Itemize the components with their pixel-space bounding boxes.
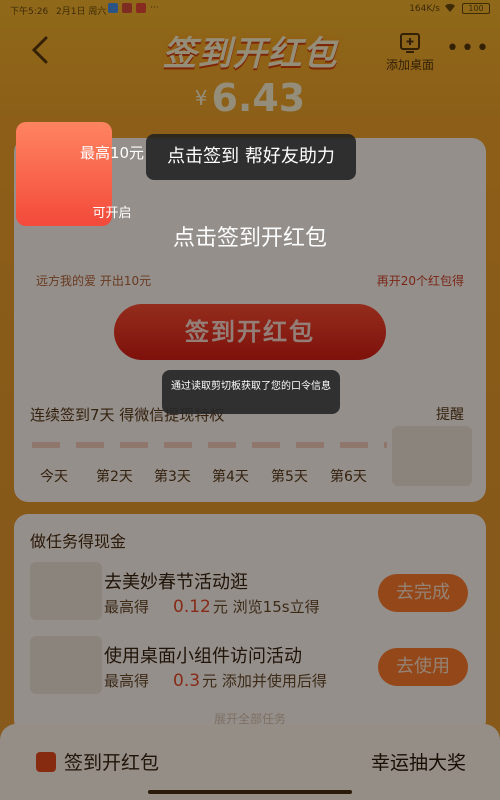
add-to-desktop-button[interactable]: 添加桌面: [382, 32, 438, 73]
task-reward-amount: 0.3: [173, 671, 201, 691]
task-reward-amount: 0.12: [173, 597, 211, 617]
badge-openable: 可开启: [92, 206, 132, 221]
more-menu-icon[interactable]: •••: [446, 36, 491, 61]
status-time: 下午5:26: [10, 7, 49, 17]
notification-icons: ···: [108, 3, 159, 13]
envelope-badge[interactable]: 最高10元 可开启: [16, 122, 144, 226]
tab-sign-in-label: 签到开红包: [64, 752, 160, 774]
battery-icon: 100: [462, 3, 490, 14]
add-desktop-label: 添加桌面: [385, 58, 434, 72]
day-label: 第3天: [154, 469, 191, 485]
tab-sign-in[interactable]: 签到开红包: [36, 748, 159, 775]
app-notification-icon: [122, 3, 132, 13]
day-label: 第6天: [330, 469, 367, 485]
complete-task-button[interactable]: 去完成: [378, 574, 468, 612]
task-reward: 最高得 0.3 元 添加并使用后得: [104, 670, 327, 691]
page: 下午5:26 2月1日 周六 ··· 164K/s 100 签到开红包 添加桌面…: [0, 0, 500, 800]
app-notification-icon: [108, 3, 118, 13]
red-envelope-icon: [36, 752, 56, 772]
more-notifications: ···: [150, 3, 159, 13]
task-card: 做任务得现金 去美妙春节活动逛 最高得 0.12 元 浏览15s立得 去完成 使用桌…: [14, 514, 486, 734]
task-reward-prefix: 最高得: [104, 672, 150, 690]
remind-toggle[interactable]: 提醒: [436, 404, 464, 424]
guide-title: 点击签到开红包: [172, 226, 327, 251]
guide-tooltip: 点击签到 帮好友助力: [146, 134, 356, 180]
friend-opened-text: 远方我的爱 开出10元: [36, 274, 152, 288]
task-reward-desc: 添加并使用后得: [221, 672, 327, 690]
app-notification-icon: [136, 3, 146, 13]
task-reward-prefix: 最高得: [104, 598, 150, 616]
day-label: 第4天: [212, 469, 249, 485]
day-label: 今天: [40, 469, 68, 485]
task-thumbnail: [30, 636, 102, 694]
add-desktop-icon: [400, 33, 420, 53]
use-widget-button[interactable]: 去使用: [378, 648, 468, 686]
wifi-icon: [445, 3, 455, 13]
task-reward-desc: 浏览15s立得: [232, 598, 320, 616]
clipboard-toast: 通过读取剪切板获取了您的口令信息: [162, 370, 340, 414]
streak-progress: [32, 442, 387, 448]
currency-symbol: ¥: [194, 86, 208, 110]
task-heading: 做任务得现金: [30, 532, 127, 551]
task-reward-unit: 元: [212, 598, 228, 616]
day-label: 第2天: [96, 469, 133, 485]
sign-in-open-button[interactable]: 签到开红包: [114, 304, 386, 360]
status-bar: 下午5:26 2月1日 周六 ··· 164K/s 100: [0, 0, 500, 18]
day-label: 第5天: [271, 469, 308, 485]
tab-lucky-draw[interactable]: 幸运抽大奖: [371, 748, 466, 775]
network-speed: 164K/s: [409, 4, 440, 14]
task-title: 去美妙春节活动逛: [104, 572, 248, 593]
task-thumbnail: [30, 562, 102, 620]
task-reward: 最高得 0.12 元 浏览15s立得: [104, 596, 320, 617]
bottom-tab-bar: 签到开红包 幸运抽大奖: [0, 724, 500, 800]
remaining-envelopes-text: 再开20个红包得: [376, 274, 464, 288]
home-indicator[interactable]: [148, 790, 352, 794]
day7-prize-image: [392, 426, 472, 486]
task-title: 使用桌面小组件访问活动: [104, 646, 302, 667]
balance-value: 6.43: [211, 76, 306, 120]
status-date: 2月1日 周六: [56, 7, 107, 17]
task-reward-unit: 元: [202, 672, 218, 690]
balance-amount: ¥6.43: [0, 76, 500, 120]
